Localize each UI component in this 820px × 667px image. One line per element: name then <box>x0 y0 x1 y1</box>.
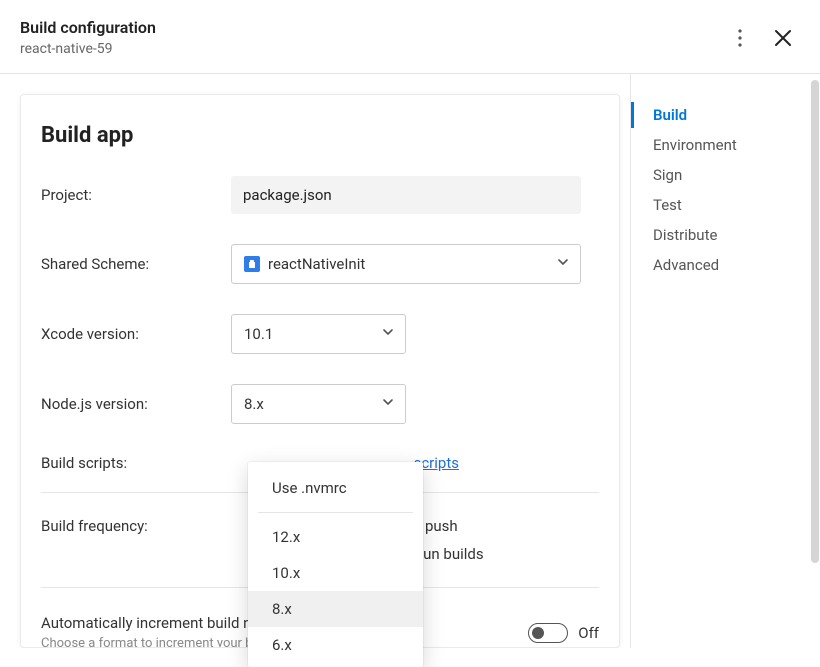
xcode-value: 10.1 <box>244 325 273 343</box>
nav-item-distribute[interactable]: Distribute <box>631 220 820 250</box>
close-icon <box>774 29 792 47</box>
nav-item-sign[interactable]: Sign <box>631 160 820 190</box>
chevron-down-icon <box>381 395 395 413</box>
scheme-label: Shared Scheme: <box>41 255 231 273</box>
page-subtitle: react-native-59 <box>20 41 156 57</box>
divider <box>258 512 413 513</box>
dd-item-nvmrc[interactable]: Use .nvmrc <box>248 470 423 506</box>
page-title: Build configuration <box>20 18 156 37</box>
dd-item[interactable]: 10.x <box>248 555 423 591</box>
scheme-select[interactable]: reactNativeInit <box>231 244 581 284</box>
freq-label: Build frequency: <box>41 517 231 563</box>
nav-item-advanced[interactable]: Advanced <box>631 250 820 280</box>
app-icon <box>244 256 260 272</box>
scrollbar[interactable] <box>811 80 819 648</box>
dd-item[interactable]: 12.x <box>248 519 423 555</box>
nav-item-environment[interactable]: Environment <box>631 130 820 160</box>
dd-item[interactable]: 6.x <box>248 627 423 663</box>
nav-item-test[interactable]: Test <box>631 190 820 220</box>
xcode-label: Xcode version: <box>41 325 231 343</box>
project-value: package.json <box>231 176 581 214</box>
chevron-down-icon <box>381 325 395 343</box>
scheme-value: reactNativeInit <box>268 255 365 273</box>
more-button[interactable] <box>732 23 748 53</box>
dd-item[interactable]: 8.x <box>248 591 423 627</box>
auto-increment-toggle[interactable] <box>528 623 568 643</box>
section-title: Build app <box>41 123 599 148</box>
chevron-down-icon <box>556 255 570 273</box>
scrollbar-thumb[interactable] <box>811 80 819 563</box>
node-value: 8.x <box>244 395 264 413</box>
node-label: Node.js version: <box>41 395 231 413</box>
scripts-label: Build scripts: <box>41 454 231 472</box>
right-nav: BuildEnvironmentSignTestDistributeAdvanc… <box>630 74 820 648</box>
xcode-select[interactable]: 10.1 <box>231 314 406 354</box>
close-button[interactable] <box>768 23 798 53</box>
more-vertical-icon <box>738 29 742 47</box>
nav-item-build[interactable]: Build <box>631 100 820 130</box>
auto-increment-state: Off <box>578 624 599 642</box>
node-select[interactable]: 8.x <box>231 384 406 424</box>
project-label: Project: <box>41 186 231 204</box>
node-dropdown: Use .nvmrc 12.x10.x8.x6.x <box>248 462 423 667</box>
